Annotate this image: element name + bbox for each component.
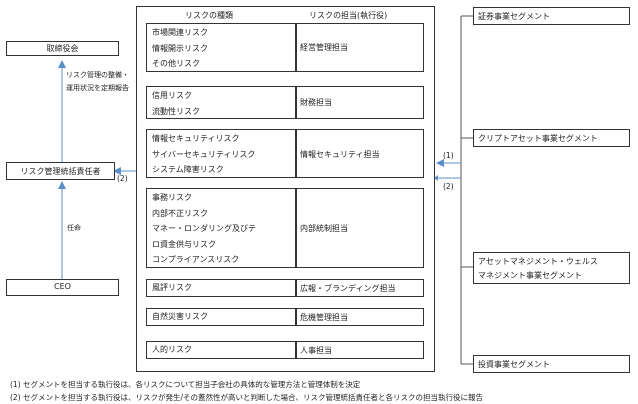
risk-item: 市場関連リスク bbox=[152, 28, 208, 37]
risk-cell: 事務リスク 内部不正リスク マネー・ロンダリング及びテ ロ資金供与リスク コンプ… bbox=[146, 188, 296, 268]
owner-label: 内部統制担当 bbox=[300, 224, 348, 233]
segment-label: クリプトアセット事業セグメント bbox=[478, 134, 598, 143]
owner-cell: 人事担当 bbox=[296, 341, 424, 359]
footnote-1: (1) セグメントを担当する執行役は、各リスクについて担当子会社の具体的な管理方… bbox=[10, 380, 361, 389]
report-note-line-1: リスク管理の整備・ bbox=[66, 71, 129, 79]
label-2-left: (2) bbox=[117, 174, 128, 183]
owner-cell: 広報・ブランディング担当 bbox=[296, 279, 424, 297]
risk-item: 情報開示リスク bbox=[152, 43, 208, 53]
owner-label: 財務担当 bbox=[300, 98, 332, 107]
risk-cell: 情報セキュリティリスク サイバーセキュリティリスク システム障害リスク bbox=[146, 129, 296, 178]
owner-label: 人事担当 bbox=[300, 346, 332, 355]
owner-label: 経営管理担当 bbox=[300, 43, 348, 52]
owner-label: 広報・ブランディング担当 bbox=[300, 284, 396, 293]
footnote-2: (2) セグメントを担当する執行役は、リスクが発生/その蓋然性が高いと判断した場… bbox=[10, 393, 484, 402]
appoint-label: 任命 bbox=[67, 224, 81, 232]
segment-label: アセットマネジメント・ウェルス bbox=[478, 257, 598, 266]
ceo-label: CEO bbox=[54, 282, 71, 291]
risk-item: 自然災害リスク bbox=[152, 312, 208, 321]
risk-item: 内部不正リスク bbox=[152, 208, 208, 218]
risk-item: 風評リスク bbox=[152, 283, 192, 292]
owner-label: 危機管理担当 bbox=[300, 313, 348, 322]
risk-item: マネー・ロンダリング及びテ bbox=[152, 224, 256, 233]
segment-label: マネジメント事業セグメント bbox=[478, 271, 582, 280]
ceo-box: CEO bbox=[6, 279, 119, 296]
risk-item: 人的リスク bbox=[152, 345, 192, 354]
risk-cell: 自然災害リスク bbox=[146, 308, 296, 326]
owner-cell: 経営管理担当 bbox=[296, 23, 424, 72]
risk-item: ロ資金供与リスク bbox=[152, 239, 216, 249]
risk-item: 事務リスク bbox=[152, 193, 192, 202]
owner-cell: 情報セキュリティ担当 bbox=[296, 129, 424, 178]
risk-item: その他リスク bbox=[152, 59, 200, 68]
segment-investment: 投資事業セグメント bbox=[473, 355, 630, 373]
col-header-risk-type: リスクの種類 bbox=[185, 11, 233, 20]
segment-label: 証券事業セグメント bbox=[478, 12, 550, 21]
risk-item: コンプライアンスリスク bbox=[152, 255, 240, 264]
risk-item: サイバーセキュリティリスク bbox=[152, 149, 256, 159]
risk-item: システム障害リスク bbox=[152, 165, 224, 174]
risk-item: 情報セキュリティリスク bbox=[152, 134, 240, 143]
risk-officer-label: リスク管理統括責任者 bbox=[20, 167, 101, 176]
segment-label: 投資事業セグメント bbox=[478, 360, 550, 369]
risk-officer-box: リスク管理統括責任者 bbox=[6, 162, 115, 180]
risk-cell: 人的リスク bbox=[146, 341, 296, 359]
label-1: (1) bbox=[443, 151, 454, 160]
col-header-owner: リスクの担当(執行役) bbox=[309, 11, 388, 20]
board-box: 取締役会 bbox=[6, 41, 119, 56]
owner-cell: 危機管理担当 bbox=[296, 308, 424, 326]
risk-cell: 市場関連リスク 情報開示リスク その他リスク bbox=[146, 23, 296, 72]
label-2: (2) bbox=[443, 182, 454, 191]
owner-label: 情報セキュリティ担当 bbox=[300, 150, 380, 159]
segment-crypto: クリプトアセット事業セグメント bbox=[473, 129, 630, 147]
risk-item: 信用リスク bbox=[152, 91, 192, 100]
risk-cell: 信用リスク 流動性リスク bbox=[146, 86, 296, 119]
report-note-line-2: 運用状況を定期報告 bbox=[66, 84, 129, 92]
segment-securities: 証券事業セグメント bbox=[473, 7, 630, 25]
owner-cell: 財務担当 bbox=[296, 86, 424, 119]
segment-asset-management: アセットマネジメント・ウェルス マネジメント事業セグメント bbox=[473, 252, 630, 284]
board-label: 取締役会 bbox=[46, 44, 79, 53]
risk-cell: 風評リスク bbox=[146, 279, 296, 297]
risk-item: 流動性リスク bbox=[152, 106, 200, 116]
owner-cell: 内部統制担当 bbox=[296, 188, 424, 268]
